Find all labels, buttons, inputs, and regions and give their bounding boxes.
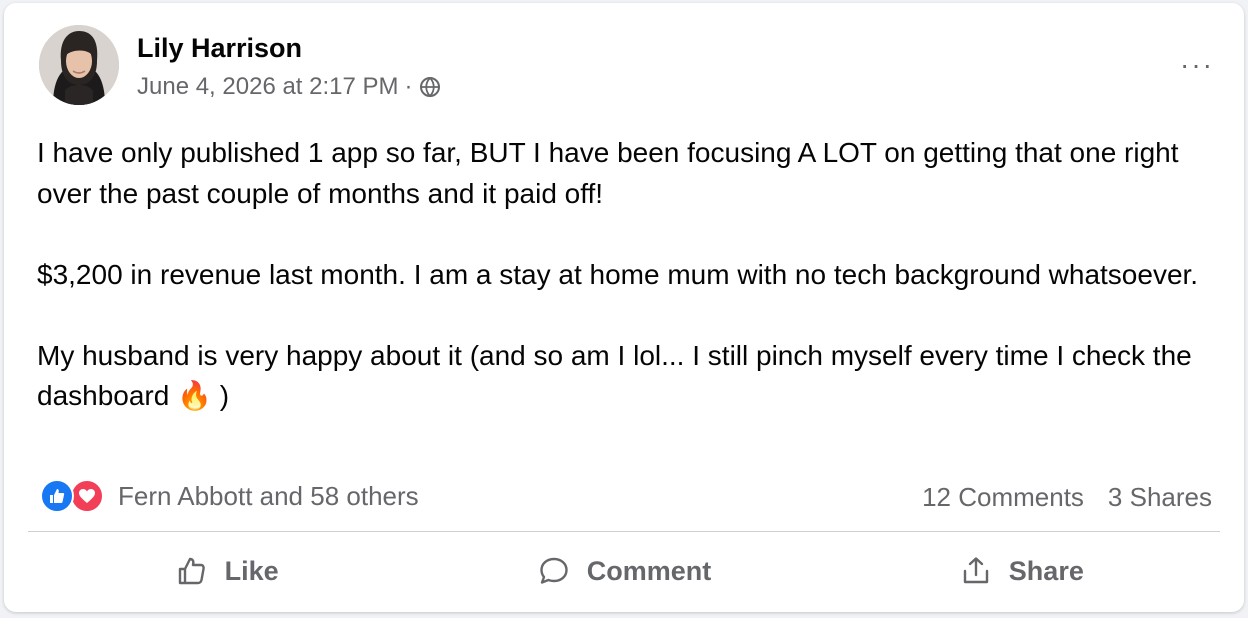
meta-separator: · bbox=[404, 73, 413, 100]
post-meta: June 4, 2026 at 2:17 PM · bbox=[137, 73, 441, 101]
love-reaction-icon bbox=[70, 479, 104, 513]
post-paragraph: I have only published 1 app so far, BUT … bbox=[37, 137, 1179, 209]
comment-button[interactable]: Comment bbox=[425, 539, 822, 603]
comment-label: Comment bbox=[586, 555, 712, 586]
reaction-icons bbox=[40, 479, 106, 513]
author-name[interactable]: Lily Harrison bbox=[137, 33, 302, 64]
post-timestamp[interactable]: June 4, 2026 at 2:17 PM bbox=[137, 73, 399, 101]
post-actions: Like Comment Share bbox=[28, 539, 1220, 603]
divider bbox=[28, 531, 1220, 532]
engagement-counts: 12 Comments 3 Shares bbox=[922, 482, 1212, 513]
like-reaction-icon bbox=[40, 479, 74, 513]
post-body: I have only published 1 app so far, BUT … bbox=[37, 133, 1217, 417]
share-button[interactable]: Share bbox=[823, 539, 1220, 603]
like-label: Like bbox=[224, 555, 279, 586]
comments-count[interactable]: 12 Comments bbox=[922, 482, 1084, 513]
globe-icon[interactable] bbox=[419, 76, 441, 98]
post-card: Lily Harrison June 4, 2026 at 2:17 PM · … bbox=[4, 3, 1244, 612]
comment-icon bbox=[540, 557, 568, 584]
share-icon bbox=[963, 557, 988, 584]
reactions-summary[interactable]: Fern Abbott and 58 others bbox=[40, 479, 419, 513]
reactions-label[interactable]: Fern Abbott and 58 others bbox=[118, 481, 419, 512]
like-button[interactable]: Like bbox=[28, 539, 425, 603]
post-paragraph: My husband is very happy about it (and s… bbox=[37, 339, 1192, 412]
post-paragraph: $3,200 in revenue last month. I am a sta… bbox=[37, 258, 1199, 290]
thumbs-up-icon bbox=[178, 557, 205, 585]
more-options-button[interactable]: ··· bbox=[1180, 49, 1214, 81]
share-label: Share bbox=[1008, 555, 1084, 586]
avatar[interactable] bbox=[39, 25, 119, 105]
shares-count[interactable]: 3 Shares bbox=[1108, 482, 1212, 513]
